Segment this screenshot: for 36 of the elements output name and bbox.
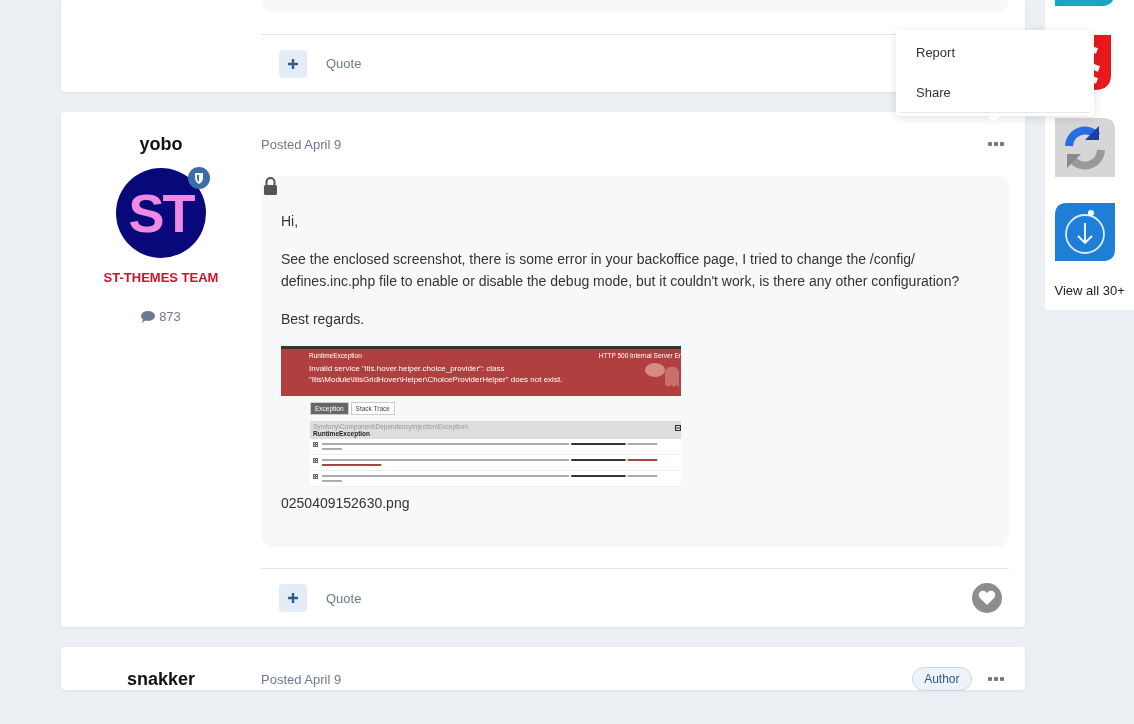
shield-badge-icon bbox=[188, 167, 210, 189]
post-text: Best regards. bbox=[281, 310, 366, 329]
plus-icon bbox=[288, 593, 298, 603]
error-message: Invalid service "itis.hover.helper.choice_provider": class "Itis\Module\ItisGridHover\Helper\ChoiceProviderHelper" does not exist. bbox=[309, 363, 564, 385]
more-icon[interactable] bbox=[987, 676, 1004, 682]
post-text: Hi, bbox=[281, 212, 300, 231]
post-date: Posted April 9 bbox=[261, 671, 342, 687]
author-name[interactable]: yobo bbox=[139, 133, 183, 155]
menu-item[interactable]: Report bbox=[896, 32, 1094, 72]
author-name[interactable]: snakker bbox=[126, 668, 196, 690]
multiquote-button[interactable] bbox=[279, 584, 307, 612]
avatar[interactable]: ST bbox=[116, 168, 206, 258]
plus-icon bbox=[288, 58, 298, 69]
refresh-icon[interactable] bbox=[1054, 118, 1115, 177]
expand-icon[interactable] bbox=[313, 458, 318, 463]
expand-icon[interactable] bbox=[313, 474, 318, 479]
quote-button[interactable]: Quote bbox=[326, 56, 362, 71]
collapse-icon[interactable] bbox=[675, 425, 681, 431]
app-icon[interactable] bbox=[1054, 0, 1113, 6]
post-text: See the enclosed screenshot, there is some error in your backoffice page, I tried to change the /config/ defines.inc.php file to enable or disable the debug mode, but it couldn't work, is there any other configuration? bbox=[281, 250, 961, 291]
ghost-icon bbox=[643, 361, 679, 389]
attachment-filename[interactable]: 0250409152630.png bbox=[281, 495, 989, 511]
quote-button[interactable]: Quote bbox=[326, 590, 362, 606]
member-group: ST-THEMES TEAM bbox=[103, 270, 219, 285]
multiquote-button[interactable] bbox=[279, 49, 307, 78]
post-count: 873 bbox=[141, 309, 181, 324]
menu-item[interactable]: Share bbox=[896, 72, 1094, 112]
heart-icon bbox=[977, 590, 996, 606]
view-all-link[interactable]: View all 30+ bbox=[1054, 283, 1125, 298]
comment-icon bbox=[141, 310, 156, 323]
like-button[interactable] bbox=[971, 583, 1002, 613]
post-date: Posted April 9 bbox=[261, 136, 342, 152]
author-badge: Author bbox=[912, 667, 972, 691]
download-icon[interactable] bbox=[1054, 203, 1115, 261]
expand-icon[interactable] bbox=[313, 442, 318, 447]
more-icon[interactable] bbox=[987, 141, 1004, 147]
